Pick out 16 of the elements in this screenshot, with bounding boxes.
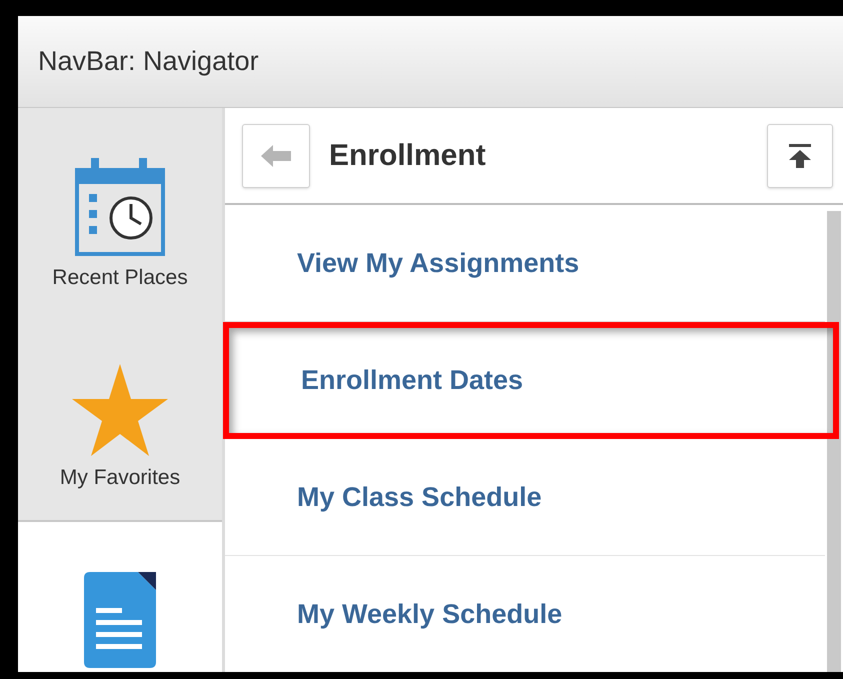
calendar-clock-icon [75, 158, 165, 256]
sidebar-item[interactable]: My Favorites [60, 462, 180, 494]
menu-item[interactable]: View My Assignments [297, 242, 580, 284]
scroll-to-top-icon [789, 144, 811, 168]
sidebar-tab[interactable] [18, 520, 222, 672]
panel-title: Enrollment [329, 138, 487, 174]
back-arrow-icon [261, 144, 291, 166]
menu-item[interactable]: My Class Schedule [297, 476, 542, 518]
menu-item[interactable]: Enrollment Dates [301, 360, 524, 401]
window-title: NavBar: Navigator [38, 45, 259, 78]
star-icon [72, 364, 168, 456]
scroll-to-top-button[interactable] [767, 124, 833, 188]
menu-item[interactable]: My Weekly Schedule [297, 594, 562, 634]
document-icon [84, 572, 156, 668]
sidebar-item[interactable]: Recent Places [52, 262, 188, 294]
back-button[interactable] [242, 124, 310, 188]
